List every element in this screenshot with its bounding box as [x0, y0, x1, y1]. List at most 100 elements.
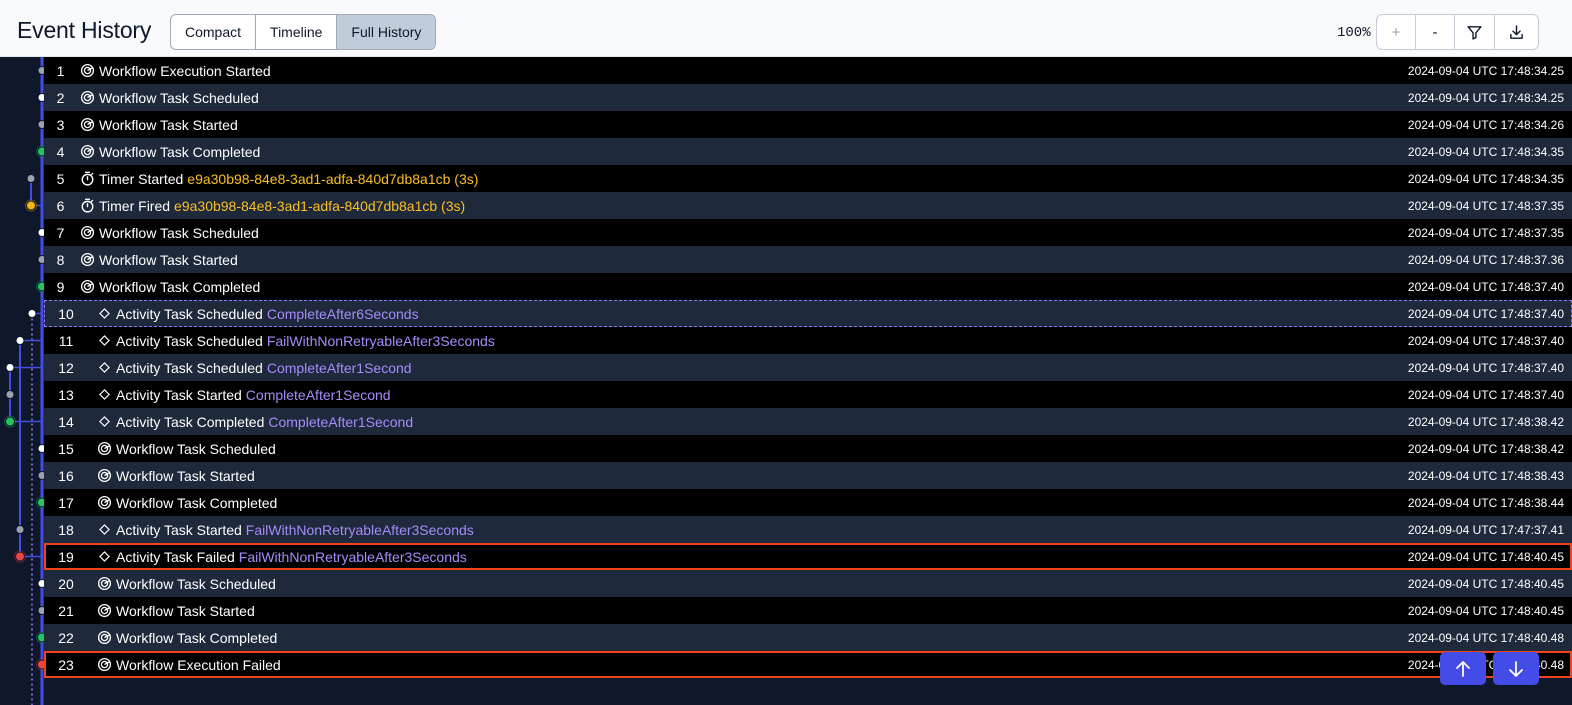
activity-type-link[interactable]: CompleteAfter1Second	[246, 387, 391, 403]
event-id: 23	[58, 656, 74, 673]
event-row[interactable]: 16 Workflow Task Started 2024-09-04 UTC 17…	[44, 462, 1572, 489]
event-type: Workflow Task Scheduled	[99, 224, 259, 241]
event-timestamp: 2024-09-04 UTC 17:48:37.35	[1407, 198, 1564, 213]
event-id: 1	[56, 62, 65, 79]
event-timestamp: 2024-09-04 UTC 17:48:34.35	[1407, 171, 1564, 186]
event-dot	[26, 174, 36, 183]
event-row[interactable]: 13 Activity Task Started CompleteAfter1Sec…	[44, 381, 1572, 408]
event-row[interactable]: 22 Workflow Task Completed 2024-09-04 UTC …	[44, 624, 1572, 651]
view-timeline-button[interactable]: Timeline	[256, 15, 338, 49]
activity-icon	[94, 308, 114, 319]
activity-type-link[interactable]: CompleteAfter1Second	[268, 414, 413, 430]
event-id: 7	[56, 224, 65, 241]
activity-type-link[interactable]: FailWithNonRetryableAfter3Seconds	[267, 333, 495, 349]
event-row[interactable]: 7 Workflow Task Scheduled 2024-09-04 UTC 1…	[44, 219, 1572, 246]
event-timestamp: 2024-09-04 UTC 17:48:37.40	[1407, 306, 1564, 321]
view-compact-button[interactable]: Compact	[171, 15, 257, 49]
timer-icon	[77, 171, 97, 186]
event-row[interactable]: 11 Activity Task Scheduled FailWithNonRetr…	[44, 327, 1572, 354]
event-timestamp: 2024-09-04 UTC 17:48:38.42	[1407, 441, 1564, 456]
event-row[interactable]: 17 Workflow Task Completed 2024-09-04 UTC …	[44, 489, 1572, 516]
arrow-down-icon	[1509, 660, 1523, 677]
event-type: Activity Task Scheduled	[116, 305, 263, 322]
event-type: Workflow Task Started	[116, 602, 255, 619]
page-header: Event History Compact Timeline Full Hist…	[0, 0, 1572, 57]
event-row[interactable]: 4 Workflow Task Completed 2024-09-04 UTC 1…	[44, 138, 1572, 165]
download-button[interactable]	[1495, 15, 1538, 49]
activity-type-link[interactable]: FailWithNonRetryableAfter3Seconds	[246, 522, 474, 538]
event-timestamp: 2024-09-04 UTC 17:48:37.40	[1407, 360, 1564, 375]
workflow-icon	[94, 630, 114, 645]
event-timestamp: 2024-09-04 UTC 17:48:38.44	[1407, 495, 1564, 510]
event-row[interactable]: 12 Activity Task Scheduled CompleteAfter1S…	[44, 354, 1572, 381]
event-id: 21	[58, 602, 74, 619]
view-full-history-button[interactable]: Full History	[337, 15, 436, 49]
event-dot	[5, 390, 15, 399]
event-row[interactable]: 20 Workflow Task Scheduled 2024-09-04 UTC …	[44, 570, 1572, 597]
event-row[interactable]: 10 Activity Task Scheduled CompleteAfter6S…	[44, 300, 1572, 327]
event-row[interactable]: 2 Workflow Task Scheduled 2024-09-04 UTC 1…	[44, 84, 1572, 111]
event-type: Timer Started	[99, 170, 184, 187]
event-id: 3	[56, 116, 65, 133]
event-type: Activity Task Completed	[116, 413, 265, 430]
timer-icon	[77, 198, 97, 213]
event-row[interactable]: 9 Workflow Task Completed 2024-09-04 UTC 1…	[44, 273, 1572, 300]
event-row[interactable]: 3 Workflow Task Started 2024-09-04 UTC 17:…	[44, 111, 1572, 138]
activity-type-link[interactable]: FailWithNonRetryableAfter3Seconds	[239, 549, 467, 565]
event-id: 22	[58, 629, 74, 646]
event-type: Workflow Execution Failed	[116, 656, 281, 673]
activity-type-link[interactable]: CompleteAfter1Second	[267, 360, 412, 376]
event-id: 11	[58, 332, 74, 349]
page-title: Event History	[17, 17, 152, 43]
event-id: 15	[58, 440, 74, 457]
event-id: 20	[58, 575, 74, 592]
event-row[interactable]: 23Workflow Execution Failed2024-09-04 UT…	[44, 651, 1572, 678]
event-dot	[27, 309, 37, 318]
event-dot	[26, 200, 36, 211]
event-id: 14	[58, 413, 74, 430]
activity-type-link[interactable]: CompleteAfter6Seconds	[267, 306, 419, 322]
view-toggle: Compact Timeline Full History	[170, 14, 437, 50]
event-timestamp: 2024-09-04 UTC 17:48:40.48	[1407, 630, 1564, 645]
zoom-in-button[interactable]: +	[1377, 15, 1416, 49]
event-row[interactable]: 18 Activity Task Started FailWithNonRetrya…	[44, 516, 1572, 543]
activity-icon	[94, 362, 114, 373]
workflow-icon	[94, 495, 114, 510]
event-id: 9	[56, 278, 65, 295]
activity-icon	[94, 389, 114, 400]
filter-icon	[1467, 25, 1482, 40]
event-type: Workflow Task Scheduled	[116, 440, 276, 457]
workflow-icon	[94, 576, 114, 591]
event-id: 2	[56, 89, 65, 106]
event-id: 6	[56, 197, 65, 214]
event-row[interactable]: 1 Workflow Execution Started 2024-09-04 UT…	[44, 57, 1572, 84]
event-dot	[5, 363, 15, 372]
event-row[interactable]: 15 Workflow Task Scheduled 2024-09-04 UTC …	[44, 435, 1572, 462]
workflow-icon	[77, 144, 97, 159]
filter-button[interactable]	[1455, 15, 1495, 49]
event-row[interactable]: 8 Workflow Task Started 2024-09-04 UTC 17:…	[44, 246, 1572, 273]
event-graph	[4, 57, 44, 705]
event-id: 13	[58, 386, 74, 403]
workflow-icon	[77, 252, 97, 267]
event-row[interactable]: 14 Activity Task Completed CompleteAfter1S…	[44, 408, 1572, 435]
workflow-icon	[77, 117, 97, 132]
scroll-to-bottom-button[interactable]	[1493, 652, 1539, 685]
event-timestamp: 2024-09-04 UTC 17:48:34.26	[1407, 117, 1564, 132]
event-type: Activity Task Started	[116, 386, 242, 403]
event-row[interactable]: 21 Workflow Task Started 2024-09-04 UTC 17…	[44, 597, 1572, 624]
event-type: Activity Task Failed	[116, 548, 235, 565]
event-dot	[15, 525, 25, 534]
scroll-to-top-button[interactable]	[1440, 652, 1486, 685]
event-row[interactable]: 5 Timer Started e9a30b98-84e8-3ad1-adfa-84…	[44, 165, 1572, 192]
zoom-out-button[interactable]: -	[1416, 15, 1455, 49]
event-row[interactable]: 6 Timer Fired e9a30b98-84e8-3ad1-adfa-840d…	[44, 192, 1572, 219]
workflow-icon	[77, 63, 97, 78]
timer-id: e9a30b98-84e8-3ad1-adfa-840d7db8a1cb (3s…	[187, 170, 479, 187]
event-dot	[15, 551, 25, 562]
event-timestamp: 2024-09-04 UTC 17:48:37.40	[1407, 333, 1564, 348]
event-timestamp: 2024-09-04 UTC 17:48:34.25	[1407, 90, 1564, 105]
event-type: Workflow Task Completed	[116, 629, 278, 646]
event-row[interactable]: 19 Activity Task Failed FailWithNonRetryab…	[44, 543, 1572, 570]
event-type: Timer Fired	[99, 197, 171, 214]
